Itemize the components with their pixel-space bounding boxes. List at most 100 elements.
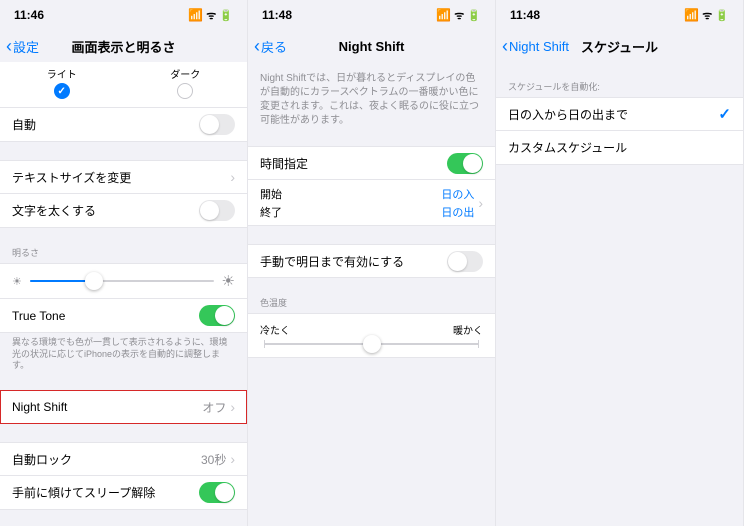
radio-unchecked-icon (177, 83, 193, 99)
back-button[interactable]: ‹ 設定 (6, 37, 39, 56)
text-size-cell[interactable]: テキストサイズを変更 › (0, 160, 247, 194)
manual-enable-label: 手動で明日まで有効にする (260, 253, 447, 270)
status-bar: 11:48 📶 ᯤ 🔋 (496, 0, 743, 30)
sunset-sunrise-cell[interactable]: 日の入から日の出まで ✓ (496, 97, 743, 131)
back-button[interactable]: ‹ 戻る (254, 37, 287, 56)
content: ライト ダーク 自動 テキストサイズを変更 › 文字を太くする 明るさ (0, 62, 247, 526)
scheduled-cell[interactable]: 時間指定 (248, 146, 495, 180)
back-label: 戻る (261, 37, 287, 56)
chevron-right-icon: › (230, 451, 235, 467)
clock: 11:48 (262, 8, 292, 22)
signal-icon: 📶 (436, 8, 451, 22)
toggle-knob (200, 201, 219, 220)
true-tone-cell[interactable]: True Tone (0, 299, 247, 333)
schedule-labels: 開始 終了 (260, 186, 441, 220)
true-tone-label: True Tone (12, 309, 199, 323)
battery-icon: 🔋 (219, 9, 233, 22)
wifi-icon: ᯤ (206, 8, 216, 23)
toggle-knob (215, 483, 234, 502)
brightness-slider[interactable] (30, 280, 214, 282)
status-icons: 📶 ᯤ 🔋 (684, 8, 729, 23)
bold-text-cell[interactable]: 文字を太くする (0, 194, 247, 228)
toggle-knob (463, 154, 482, 173)
toggle-knob (215, 306, 234, 325)
nav-bar: ‹ 戻る Night Shift (248, 30, 495, 62)
sun-small-icon: ☀ (12, 275, 22, 288)
wifi-icon: ᯤ (702, 8, 712, 23)
color-temp-header: 色温度 (248, 296, 495, 313)
color-temp-row: 冷たく 暖かく (248, 313, 495, 358)
raise-wake-toggle[interactable] (199, 482, 235, 503)
night-shift-label: Night Shift (12, 400, 202, 414)
page-title: スケジュール (581, 37, 658, 56)
dark-label: ダーク (170, 66, 200, 81)
status-bar: 11:48 📶 ᯤ 🔋 (248, 0, 495, 30)
sun-large-icon: ☀ (222, 272, 235, 290)
to-label: 終了 (260, 204, 441, 220)
content: スケジュールを自動化: 日の入から日の出まで ✓ カスタムスケジュール (496, 62, 743, 526)
temp-warm-label: 暖かく (453, 322, 483, 337)
custom-schedule-cell[interactable]: カスタムスケジュール (496, 131, 743, 165)
from-value: 日の入 (441, 186, 474, 202)
slider-thumb[interactable] (85, 272, 103, 290)
appearance-dark[interactable]: ダーク (170, 66, 200, 99)
auto-lock-cell[interactable]: 自動ロック 30秒 › (0, 442, 247, 476)
light-label: ライト (47, 66, 77, 81)
chevron-right-icon: › (230, 169, 235, 185)
automatic-toggle[interactable] (199, 114, 235, 135)
sunset-sunrise-label: 日の入から日の出まで (508, 106, 718, 123)
content: Night Shiftでは、日が暮れるとディスプレイの色が自動的にカラースペクト… (248, 62, 495, 526)
signal-icon: 📶 (684, 8, 699, 22)
text-size-label: テキストサイズを変更 (12, 169, 230, 186)
slider-thumb[interactable] (363, 335, 381, 353)
auto-lock-label: 自動ロック (12, 451, 201, 468)
back-button[interactable]: ‹ Night Shift (502, 37, 569, 55)
manual-enable-toggle[interactable] (447, 251, 483, 272)
back-label: Night Shift (509, 39, 569, 54)
auto-lock-value: 30秒 (201, 451, 226, 468)
schedule-header: スケジュールを自動化: (496, 80, 743, 97)
toggle-knob (448, 252, 467, 271)
checkmark-icon: ✓ (718, 105, 731, 123)
phone-display-brightness: 11:46 📶 ᯤ 🔋 ‹ 設定 画面表示と明るさ ライト ダーク 自動 (0, 0, 248, 526)
chevron-left-icon: ‹ (502, 37, 508, 55)
chevron-left-icon: ‹ (6, 37, 12, 55)
to-value: 日の出 (441, 204, 474, 220)
back-label: 設定 (13, 37, 39, 56)
wifi-icon: ᯤ (454, 8, 464, 23)
battery-icon: 🔋 (715, 9, 729, 22)
night-shift-cell[interactable]: Night Shift オフ › (0, 390, 247, 424)
color-temp-slider[interactable] (264, 343, 479, 345)
phone-schedule: 11:48 📶 ᯤ 🔋 ‹ Night Shift スケジュール スケジュールを… (496, 0, 744, 526)
page-title: Night Shift (339, 39, 405, 54)
manual-enable-cell[interactable]: 手動で明日まで有効にする (248, 244, 495, 278)
clock: 11:48 (510, 8, 540, 22)
nav-bar: ‹ 設定 画面表示と明るさ (0, 30, 247, 62)
status-bar: 11:46 📶 ᯤ 🔋 (0, 0, 247, 30)
schedule-times-cell[interactable]: 開始 終了 日の入 日の出 › (248, 180, 495, 226)
schedule-values: 日の入 日の出 (441, 186, 474, 220)
brightness-slider-row: ☀ ☀ (0, 263, 247, 299)
from-label: 開始 (260, 186, 441, 202)
automatic-cell[interactable]: 自動 (0, 108, 247, 142)
scheduled-toggle[interactable] (447, 153, 483, 174)
battery-icon: 🔋 (467, 9, 481, 22)
custom-schedule-label: カスタムスケジュール (508, 139, 731, 156)
temp-cold-label: 冷たく (260, 322, 290, 337)
page-title: 画面表示と明るさ (71, 37, 175, 56)
clock: 11:46 (14, 8, 44, 22)
night-shift-value: オフ (202, 399, 226, 416)
brightness-header: 明るさ (0, 246, 247, 263)
phone-night-shift: 11:48 📶 ᯤ 🔋 ‹ 戻る Night Shift Night Shift… (248, 0, 496, 526)
raise-wake-cell[interactable]: 手前に傾けてスリープ解除 (0, 476, 247, 510)
signal-icon: 📶 (188, 8, 203, 22)
bold-text-toggle[interactable] (199, 200, 235, 221)
status-icons: 📶 ᯤ 🔋 (188, 8, 233, 23)
raise-wake-label: 手前に傾けてスリープ解除 (12, 484, 199, 501)
chevron-right-icon: › (478, 195, 483, 211)
true-tone-toggle[interactable] (199, 305, 235, 326)
appearance-light[interactable]: ライト (47, 66, 77, 99)
status-icons: 📶 ᯤ 🔋 (436, 8, 481, 23)
true-tone-footer: 異なる環境でも色が一貫して表示されるように、環境光の状況に応じてiPhoneの表… (0, 333, 247, 372)
chevron-left-icon: ‹ (254, 37, 260, 55)
